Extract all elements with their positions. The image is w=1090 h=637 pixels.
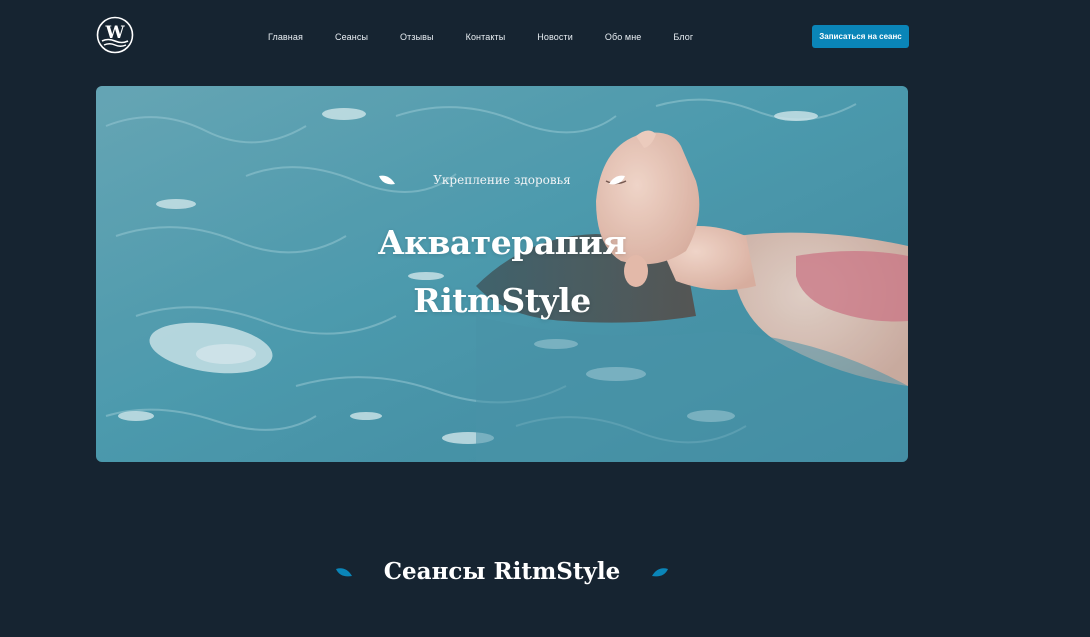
leaf-icon: [608, 175, 625, 185]
nav-item-home[interactable]: Главная: [252, 30, 319, 44]
hero-title-line-2: RitmStyle: [413, 281, 591, 320]
nav-item-reviews[interactable]: Отзывы: [384, 30, 450, 44]
sessions-title: Сеансы RitmStyle: [383, 558, 621, 585]
hero-banner: Укрепление здоровья Акватерапия RitmStyl…: [96, 86, 908, 462]
leaf-icon: [652, 568, 669, 577]
hero-title: Акватерапия RitmStyle: [96, 214, 908, 330]
nav-item-contacts[interactable]: Контакты: [450, 30, 522, 44]
nav-item-news[interactable]: Новости: [521, 30, 589, 44]
leaf-icon: [335, 568, 352, 577]
sessions-section-header: Сеансы RitmStyle: [0, 555, 1004, 589]
wave-logo-icon: W: [96, 16, 134, 54]
nav-item-sessions[interactable]: Сеансы: [319, 30, 384, 44]
book-session-button[interactable]: Записаться на сеанс: [812, 25, 909, 48]
nav-item-about[interactable]: Обо мне: [589, 30, 658, 44]
leaf-icon: [379, 175, 396, 185]
hero-title-line-1: Акватерапия: [377, 223, 627, 262]
hero-kicker: Укрепление здоровья: [96, 173, 908, 187]
site-logo[interactable]: W: [96, 16, 134, 54]
nav-item-blog[interactable]: Блог: [657, 30, 709, 44]
hero-subtitle: Укрепление здоровья: [433, 173, 571, 187]
main-nav: Главная Сеансы Отзывы Контакты Новости О…: [252, 30, 709, 44]
